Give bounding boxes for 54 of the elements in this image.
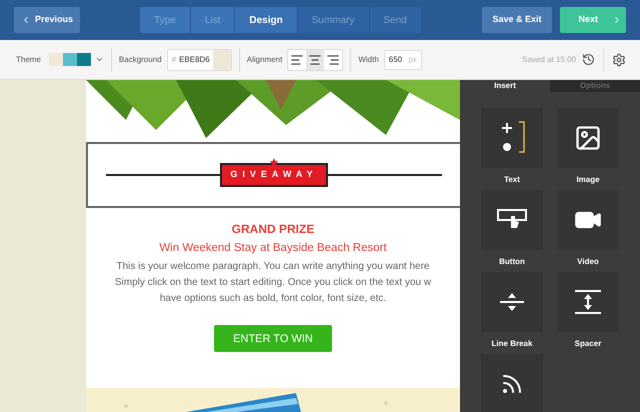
block-label: Line Break: [492, 338, 532, 350]
alignment-button[interactable]: [288, 50, 306, 70]
insert-block-tile[interactable]: [481, 108, 543, 168]
background-field[interactable]: # EBE8D6: [166, 48, 232, 70]
align-left-icon: [290, 52, 304, 66]
enter-to-win-button[interactable]: ENTER TO WIN: [214, 325, 332, 352]
insert-block-tile[interactable]: [481, 190, 543, 250]
chevron-down-icon: [94, 55, 104, 64]
settings-icon[interactable]: [612, 52, 626, 66]
history-icon[interactable]: [582, 53, 595, 66]
insert-block-tile[interactable]: [557, 272, 619, 332]
saved-status: Saved at 15:00: [522, 54, 576, 66]
insert-block-tile[interactable]: [557, 108, 619, 168]
insert-block-tile[interactable]: [481, 272, 543, 332]
paragraph-line: have options such as bold, font color, font size, etc.: [160, 292, 386, 306]
width-label: Width: [358, 54, 379, 66]
block-label: Button: [499, 256, 525, 268]
background-value: EBE8D6: [178, 54, 211, 66]
wizard-step[interactable]: Summary: [298, 7, 370, 33]
insert-block-tile[interactable]: [557, 190, 619, 250]
save-exit-button[interactable]: Save & Exit: [482, 7, 552, 33]
hash-prefix: #: [170, 54, 176, 66]
wizard-step[interactable]: Design: [235, 7, 298, 33]
next-button[interactable]: Next: [560, 7, 626, 33]
theme-label: Theme: [16, 54, 41, 66]
block-label: Video: [577, 256, 599, 268]
width-value: 650: [388, 54, 402, 66]
block-label: Image: [576, 174, 600, 186]
prize-heading: GRAND PRIZE: [230, 221, 316, 238]
insert-block-tile[interactable]: [481, 354, 543, 412]
prize-subheading: Win Weekend Stay at Bayside Beach Resort: [158, 241, 388, 256]
star-icon: [270, 158, 278, 168]
align-center-icon: [308, 52, 322, 66]
wizard-step[interactable]: Send: [370, 7, 422, 33]
block-label: Spacer: [574, 338, 602, 350]
width-field[interactable]: 650 px: [384, 50, 422, 70]
feed-icon: [500, 372, 524, 396]
alignment-label: Alignment: [246, 54, 282, 66]
block-label: Text: [504, 174, 520, 186]
theme-picker[interactable]: [48, 53, 104, 66]
alignment-button[interactable]: [306, 50, 324, 70]
paragraph-line: This is your welcome paragraph. You can write anything you want here: [116, 260, 430, 274]
image-icon: [574, 124, 602, 152]
line-break-icon: [499, 291, 525, 313]
wizard-step[interactable]: Type: [140, 7, 191, 33]
panel-tab[interactable]: Options: [550, 80, 640, 92]
paragraph-line: Simply click on the text to start editing. Once you click on the text you w: [114, 276, 432, 290]
wizard-step[interactable]: List: [190, 7, 236, 33]
width-unit: px: [408, 54, 417, 66]
background-label: Background: [118, 54, 162, 66]
previous-button[interactable]: Previous: [14, 7, 80, 33]
align-right-icon: [326, 52, 340, 66]
spacer-icon: [574, 289, 602, 315]
alignment-button[interactable]: [324, 50, 342, 70]
